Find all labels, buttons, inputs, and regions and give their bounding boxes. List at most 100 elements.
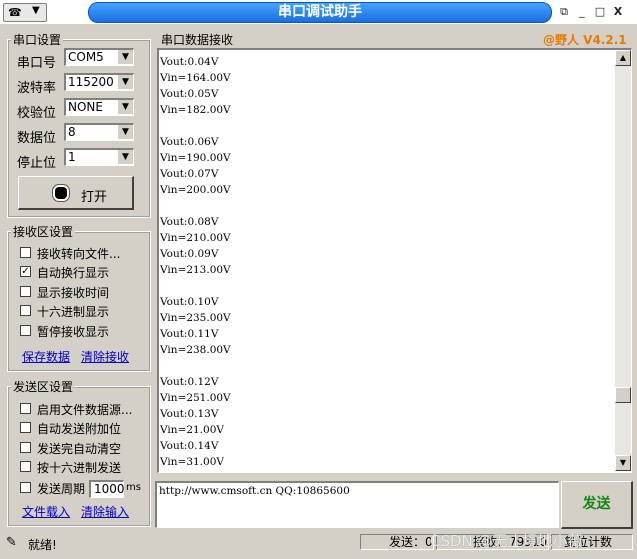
port-select[interactable]: COM5 ▼ bbox=[64, 48, 134, 66]
send-settings-legend: 发送区设置 bbox=[11, 378, 76, 395]
recv-to-file-checkbox[interactable] bbox=[20, 247, 31, 258]
hex-send-checkbox[interactable] bbox=[20, 461, 31, 472]
receive-line: Vin=190.00V bbox=[160, 152, 231, 164]
period-unit: ms bbox=[126, 482, 141, 493]
parity-label: 校验位 bbox=[17, 106, 57, 121]
recv-to-file-label: 接收转向文件... bbox=[37, 247, 121, 261]
status-icon: ✎ bbox=[6, 535, 17, 550]
file-source-label: 启用文件数据源... bbox=[37, 403, 133, 417]
auto-wrap-checkbox[interactable]: ✓ bbox=[20, 266, 31, 277]
save-data-link[interactable]: 保存数据 bbox=[22, 348, 70, 365]
receive-line: Vin=31.00V bbox=[160, 456, 224, 468]
baud-value: 115200 bbox=[68, 75, 114, 89]
hex-display-label: 十六进制显示 bbox=[37, 305, 110, 319]
scroll-up-icon[interactable]: ▲ bbox=[615, 50, 631, 66]
scroll-down-icon[interactable]: ▼ bbox=[615, 455, 631, 471]
receive-line: Vout:0.14V bbox=[160, 440, 219, 452]
minimize-button[interactable]: _ bbox=[574, 4, 590, 19]
app-icon: ☎ bbox=[8, 6, 22, 19]
watermark: CSDN @无止境地小薇 bbox=[430, 532, 583, 550]
open-port-button[interactable]: 打开 bbox=[18, 176, 134, 210]
restore-icon[interactable]: ⧉ bbox=[556, 4, 572, 19]
receive-line: Vout:0.09V bbox=[160, 248, 219, 260]
baud-label: 波特率 bbox=[17, 81, 57, 96]
status-bar: ✎ 就绪! 发送：0 接收：79310 复位计数 CSDN @无止境地小薇 bbox=[0, 530, 637, 559]
receive-line: Vin=213.00V bbox=[160, 264, 231, 276]
show-time-checkbox[interactable] bbox=[20, 286, 31, 297]
parity-select[interactable]: NONE ▼ bbox=[64, 98, 134, 116]
pause-display-label: 暂停接收显示 bbox=[37, 325, 110, 339]
show-time-label: 显示接收时间 bbox=[37, 286, 110, 300]
pause-display-checkbox[interactable] bbox=[20, 325, 31, 336]
receive-settings-legend: 接收区设置 bbox=[11, 223, 76, 240]
append-bits-checkbox[interactable] bbox=[20, 422, 31, 433]
receive-area-title: 串口数据接收 bbox=[161, 33, 234, 47]
file-load-link[interactable]: 文件载入 bbox=[22, 503, 70, 520]
close-button[interactable]: X bbox=[610, 4, 626, 19]
port-label: 串口号 bbox=[17, 56, 57, 71]
chevron-down-icon: ▼ bbox=[32, 5, 40, 16]
receive-line: Vout:0.11V bbox=[160, 328, 219, 340]
receive-line: Vout:0.06V bbox=[160, 136, 219, 148]
chevron-down-icon[interactable]: ▼ bbox=[117, 100, 133, 114]
chevron-down-icon[interactable]: ▼ bbox=[117, 150, 133, 164]
serial-settings-legend: 串口设置 bbox=[11, 31, 64, 48]
chevron-down-icon[interactable]: ▼ bbox=[117, 125, 133, 139]
stopbits-value: 1 bbox=[68, 150, 76, 164]
receive-line: Vin=182.00V bbox=[160, 104, 231, 116]
clear-receive-link[interactable]: 清除接收 bbox=[81, 348, 129, 365]
send-period-checkbox[interactable] bbox=[20, 482, 31, 493]
send-count: 发送：0 bbox=[360, 534, 434, 550]
baud-select[interactable]: 115200 ▼ bbox=[64, 73, 134, 91]
clear-input-link[interactable]: 清除输入 bbox=[81, 503, 129, 520]
hex-display-checkbox[interactable] bbox=[20, 305, 31, 316]
receive-line: Vin=164.00V bbox=[160, 72, 231, 84]
receive-scrollbar[interactable]: ▲ ▼ bbox=[615, 50, 631, 471]
send-period-input[interactable]: 1000 bbox=[89, 480, 125, 498]
send-period-label: 发送周期 bbox=[37, 482, 86, 496]
version-label: @野人 V4.2.1 bbox=[543, 33, 627, 47]
chevron-down-icon[interactable]: ▼ bbox=[117, 50, 133, 64]
file-source-checkbox[interactable] bbox=[20, 403, 31, 414]
parity-value: NONE bbox=[68, 100, 103, 114]
hex-send-label: 按十六进制发送 bbox=[37, 461, 122, 475]
maximize-button[interactable]: □ bbox=[592, 4, 608, 19]
stopbits-label: 停止位 bbox=[17, 156, 57, 171]
scroll-thumb[interactable] bbox=[615, 387, 631, 403]
window-title: 串口调试助手 bbox=[88, 2, 552, 23]
auto-wrap-label: 自动换行显示 bbox=[37, 266, 110, 280]
port-value: COM5 bbox=[68, 50, 104, 64]
port-status-icon bbox=[52, 184, 70, 202]
receive-lines: Vout:0.04V Vin=164.00V Vout:0.05V Vin=182.0… bbox=[160, 54, 231, 470]
receive-textarea[interactable]: Vout:0.04V Vin=164.00V Vout:0.05V Vin=182.0… bbox=[157, 48, 632, 473]
receive-line: Vout:0.13V bbox=[160, 408, 219, 420]
receive-line: Vin=251.00V bbox=[160, 392, 231, 404]
status-ready: 就绪! bbox=[28, 538, 57, 552]
stopbits-select[interactable]: 1 ▼ bbox=[64, 148, 134, 166]
auto-clear-checkbox[interactable] bbox=[20, 442, 31, 453]
receive-line: Vin=238.00V bbox=[160, 344, 231, 356]
receive-line: Vout:0.12V bbox=[160, 376, 219, 388]
receive-line: Vin=200.00V bbox=[160, 184, 231, 196]
databits-select[interactable]: 8 ▼ bbox=[64, 123, 134, 141]
receive-line: Vin=210.00V bbox=[160, 232, 231, 244]
title-bar: ☎ ▼ 串口调试助手 ⧉ _ □ X bbox=[0, 0, 637, 24]
receive-line bbox=[160, 278, 231, 294]
receive-line: Vout:0.07V bbox=[160, 168, 219, 180]
system-menu-button[interactable]: ☎ ▼ bbox=[3, 3, 47, 22]
receive-line: Vout:0.05V bbox=[160, 88, 219, 100]
open-button-label: 打开 bbox=[81, 190, 108, 205]
receive-line: Vout:0.04V bbox=[160, 56, 219, 68]
receive-line bbox=[160, 198, 231, 214]
chevron-down-icon[interactable]: ▼ bbox=[117, 75, 133, 89]
receive-line: Vout:0.08V bbox=[160, 216, 219, 228]
databits-value: 8 bbox=[68, 125, 76, 139]
send-input[interactable]: http://www.cmsoft.cn QQ:10865600 bbox=[155, 481, 559, 528]
databits-label: 数据位 bbox=[17, 131, 57, 146]
receive-line bbox=[160, 118, 231, 134]
append-bits-label: 自动发送附加位 bbox=[37, 422, 122, 436]
receive-line bbox=[160, 358, 231, 374]
send-button[interactable]: 发送 bbox=[561, 481, 633, 529]
receive-line: Vin=21.00V bbox=[160, 424, 224, 436]
auto-clear-label: 发送完自动清空 bbox=[37, 442, 122, 456]
